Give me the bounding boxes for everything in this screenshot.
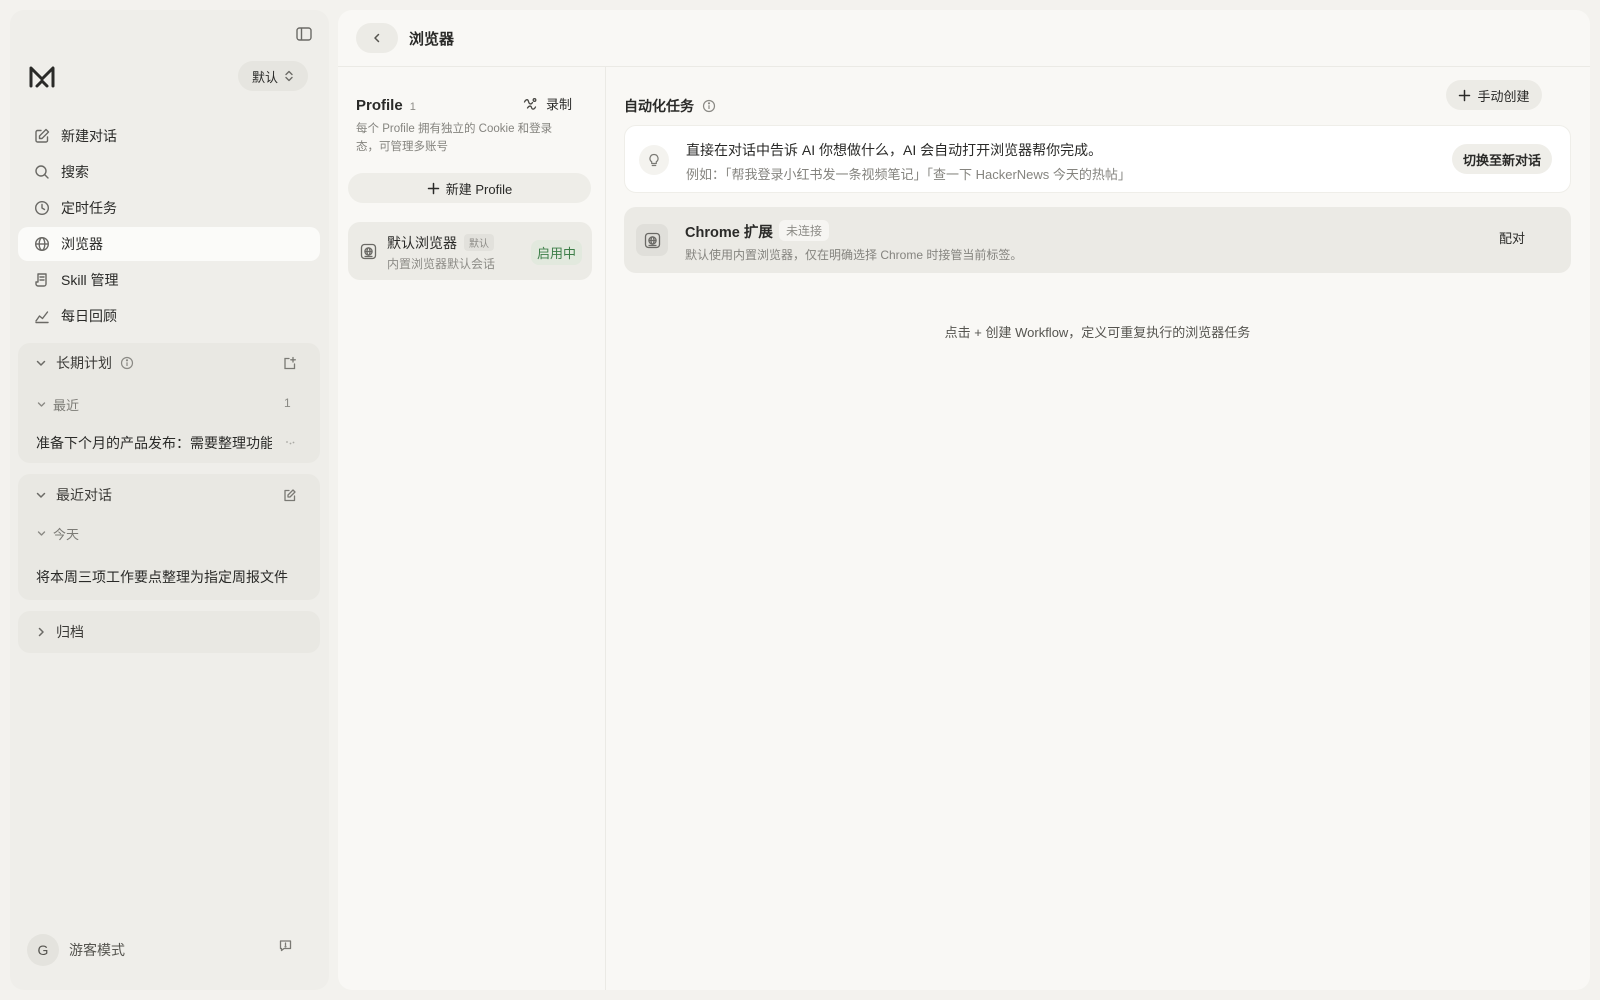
nav-label: Skill 管理 [61, 272, 119, 288]
nav-browser[interactable]: 浏览器 [18, 227, 320, 261]
long-term-plans-title: 长期计划 [56, 355, 112, 371]
profile-name: 默认浏览器 [387, 235, 457, 251]
nav-label: 定时任务 [61, 200, 117, 216]
group-recent[interactable]: 最近 [36, 395, 79, 414]
profile-column: Profile 1 录制 每个 Profile 拥有独立的 Cookie 和登录… [338, 67, 606, 990]
scroll-icon [33, 271, 51, 289]
workspace-select[interactable]: 默认 [238, 61, 308, 91]
record-button[interactable]: 录制 [522, 94, 572, 113]
profile-card-default[interactable]: 默认浏览器 默认 内置浏览器默认会话 启用中 [348, 222, 592, 280]
extension-name: Chrome 扩展 [685, 225, 773, 241]
top-bar: 浏览器 [338, 10, 1590, 67]
profile-card-description: 内置浏览器默认会话 [387, 257, 496, 271]
profile-description: 每个 Profile 拥有独立的 Cookie 和登录态，可管理多账号 [356, 123, 553, 153]
nav-search[interactable]: 搜索 [18, 155, 320, 189]
new-profile-label: 新建 Profile [445, 181, 513, 197]
nav-label: 搜索 [61, 164, 89, 180]
long-term-plans-header[interactable]: 长期计划 [18, 351, 134, 375]
chevron-left-icon [370, 31, 384, 45]
plus-icon [427, 182, 440, 195]
group-today[interactable]: 今天 [36, 524, 79, 543]
back-button[interactable] [356, 23, 398, 53]
new-profile-button[interactable]: 新建 Profile [348, 173, 591, 203]
main-panel: 浏览器 Profile 1 录制 每个 Profile 拥有独立的 Cookie… [338, 10, 1590, 990]
manual-create-button[interactable]: 手动创建 [1446, 80, 1542, 110]
hint-text: 直接在对话中告诉 AI 你想做什么，AI 会自动打开浏览器帮你完成。 [686, 142, 1103, 158]
plan-item[interactable]: 准备下个月的产品发布：需要整理功能 [36, 433, 272, 453]
group-label: 今天 [53, 527, 80, 542]
extension-description: 默认使用内置浏览器，仅在明确选择 Chrome 时接管当前标签。 [685, 248, 1023, 262]
profile-count: 1 [409, 101, 416, 113]
add-plan-icon[interactable] [282, 356, 297, 371]
new-chat-icon[interactable] [282, 488, 297, 503]
sidebar-toggle-icon[interactable] [293, 23, 315, 45]
chevron-down-icon [34, 356, 48, 370]
lightbulb-icon [639, 145, 669, 175]
nav-daily-review[interactable]: 每日回顾 [18, 299, 320, 333]
automation-title: 自动化任务 [624, 98, 694, 114]
record-icon [522, 96, 538, 112]
status-badge: 启用中 [531, 240, 583, 265]
nav-label: 浏览器 [61, 236, 103, 252]
globe-icon [33, 235, 51, 253]
recent-conversations-header[interactable]: 最近对话 [18, 483, 112, 507]
feedback-icon[interactable] [278, 938, 293, 953]
page-title: 浏览器 [409, 31, 455, 48]
nav-new-chat[interactable]: 新建对话 [18, 119, 320, 153]
chart-icon [33, 307, 51, 325]
workspace-label: 默认 [251, 69, 278, 85]
info-icon[interactable] [702, 99, 716, 113]
nav-scheduled-tasks[interactable]: 定时任务 [18, 191, 320, 225]
loading-icon [284, 436, 296, 448]
pair-button[interactable]: 配对 [1499, 228, 1525, 247]
record-label: 录制 [546, 97, 573, 112]
plus-icon [1458, 89, 1471, 102]
archive-panel[interactable]: 归档 [18, 611, 320, 653]
group-count: 1 [284, 396, 291, 410]
sidebar: 默认 新建对话 搜索 定时任务 浏览器 Skill 管理 每日回顾 长期计划 最… [10, 10, 329, 990]
switch-to-new-chat-button[interactable]: 切换至新对话 [1452, 144, 1552, 174]
search-icon [33, 163, 51, 181]
archive-header: 归档 [18, 620, 84, 644]
info-icon[interactable] [120, 356, 134, 370]
nav-label: 每日回顾 [61, 308, 117, 324]
browser-window-icon [359, 242, 378, 261]
recent-conversations-title: 最近对话 [56, 487, 112, 503]
profile-header: Profile 1 [356, 97, 416, 114]
chrome-extension-card: Chrome 扩展 未连接 默认使用内置浏览器，仅在明确选择 Chrome 时接… [624, 207, 1571, 273]
hint-example: 例如：「帮我登录小红书发一条视频笔记」「查一下 HackerNews 今天的热帖… [686, 167, 1131, 182]
edit-icon [33, 127, 51, 145]
archive-title: 归档 [56, 624, 84, 640]
nav-label: 新建对话 [61, 128, 117, 144]
automation-header: 自动化任务 [624, 96, 716, 116]
chevron-down-icon [34, 488, 48, 502]
user-profile[interactable]: G 游客模式 [27, 934, 125, 966]
chevron-down-icon [36, 528, 47, 539]
connection-status-badge: 未连接 [779, 220, 830, 241]
profile-title: Profile [356, 97, 403, 114]
conversation-item[interactable]: 将本周三项工作要点整理为指定周报文件 [36, 567, 306, 587]
workflow-empty-hint: 点击 + 创建 Workflow，定义可重复执行的浏览器任务 [944, 325, 1251, 340]
ai-hint-card: 直接在对话中告诉 AI 你想做什么，AI 会自动打开浏览器帮你完成。 例如：「帮… [624, 125, 1571, 193]
recent-conversations-panel: 最近对话 今天 将本周三项工作要点整理为指定周报文件 [18, 474, 320, 600]
clock-icon [33, 199, 51, 217]
group-label: 最近 [53, 398, 80, 413]
chevron-down-icon [36, 399, 47, 410]
long-term-plans-panel: 长期计划 最近 1 准备下个月的产品发布：需要整理功能 [18, 343, 320, 463]
avatar: G [27, 934, 59, 966]
chevron-updown-icon [284, 70, 294, 82]
manual-create-label: 手动创建 [1477, 88, 1530, 104]
default-badge: 默认 [464, 234, 494, 251]
browser-window-icon [636, 224, 668, 256]
user-name: 游客模式 [69, 942, 125, 958]
nav-skill-management[interactable]: Skill 管理 [18, 263, 320, 297]
app-logo [27, 62, 57, 92]
chevron-right-icon [34, 625, 48, 639]
